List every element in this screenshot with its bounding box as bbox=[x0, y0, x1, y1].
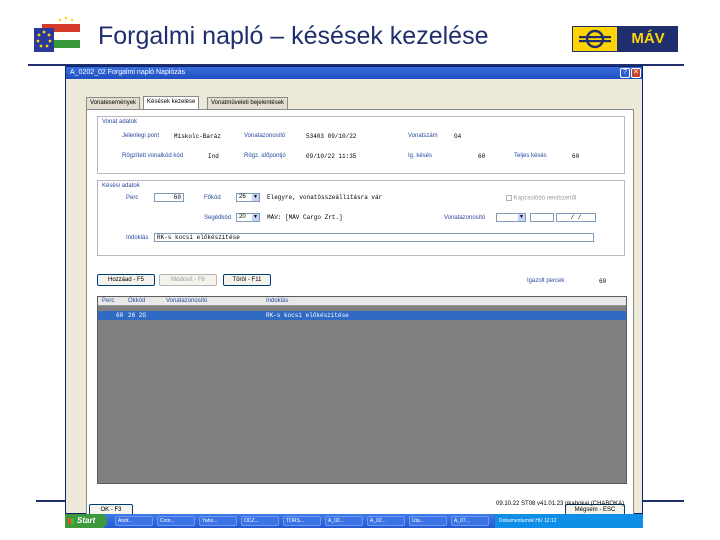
sub-code-select[interactable]: 20 ▼ bbox=[236, 213, 260, 222]
reg-time-label: Rögz. időpontjó bbox=[244, 153, 286, 159]
column-header-indoklas[interactable]: Indoklás bbox=[266, 297, 288, 306]
delete-button[interactable]: Töröl - F11 bbox=[223, 274, 271, 286]
column-header-okkod[interactable]: Okkód bbox=[128, 297, 145, 306]
start-label: Start bbox=[77, 516, 96, 525]
slide-title: Forgalmi napló – késések kezelése bbox=[98, 22, 489, 50]
tab-kesesek-kezelese[interactable]: Késések kezelése bbox=[143, 96, 200, 109]
taskbar-item[interactable]: A_07... bbox=[451, 516, 489, 526]
train-number-label: Vonatszám bbox=[408, 133, 438, 139]
delay-train-id-label: Vonatazonosító bbox=[444, 215, 486, 221]
total-delay-value: 60 bbox=[572, 153, 580, 160]
train-id-value: 53403 09/10/22 bbox=[306, 133, 357, 140]
modify-button[interactable]: Módosít - F6 bbox=[159, 274, 217, 286]
delay-train-id-input[interactable] bbox=[530, 213, 554, 222]
sub-code-value: 20 bbox=[239, 214, 246, 220]
main-code-description: Elegyre, vonatösszeállításra vár bbox=[264, 193, 418, 202]
start-point-label: Jelenlegi pont bbox=[122, 133, 160, 139]
main-code-value: 26 bbox=[239, 194, 246, 200]
cell-indoklas: RK-s kocsi előkészítése bbox=[266, 312, 349, 319]
slide: Forgalmi napló – késések kezelése MÁV A_… bbox=[0, 0, 720, 540]
cell-perc: 60 bbox=[116, 312, 124, 319]
accepted-minutes-label: Igazolt percek bbox=[527, 278, 565, 284]
taskbar-item[interactable]: Com... bbox=[157, 516, 195, 526]
start-point-value: Miskolc-Baráz bbox=[174, 133, 221, 140]
checkbox-icon bbox=[506, 195, 512, 201]
window-title: A_0202_02 Forgalmi napló Naplózás bbox=[70, 69, 186, 76]
train-data-title: Vonat adatok bbox=[102, 119, 138, 125]
total-delay-label: Teljes késés bbox=[514, 153, 547, 159]
sub-code-description: MÁV: [MÁV Cargo Zrt.] bbox=[264, 213, 418, 222]
tab-vonatesemenyek[interactable]: Vonatesemények bbox=[86, 97, 141, 109]
app-window: A_0202_02 Forgalmi napló Naplózás ? ✕ Vo… bbox=[65, 66, 643, 523]
main-code-label: Főkód bbox=[204, 195, 221, 201]
start-button[interactable]: Start bbox=[65, 514, 107, 528]
grid-header: Perc Okkód Vonatazonosító Indoklás bbox=[98, 297, 626, 306]
taskbar-item[interactable]: Andr... bbox=[115, 516, 153, 526]
chevron-down-icon: ▼ bbox=[518, 214, 525, 221]
main-code-select[interactable]: 26 ▼ bbox=[236, 193, 260, 202]
train-number-value: G4 bbox=[454, 133, 462, 140]
delay-data-title: Késési adatok bbox=[102, 183, 140, 189]
windows-logo-icon bbox=[68, 518, 74, 524]
reg-code-label: Rögzített vonalkód kód bbox=[122, 153, 184, 159]
cell-okkod: 26 2G bbox=[128, 312, 147, 319]
taskbar-item[interactable]: Uta... bbox=[409, 516, 447, 526]
related-system-label: Kapcsolódó rendszertől bbox=[513, 195, 577, 202]
column-header-vonatazonosito[interactable]: Vonatazonosító bbox=[166, 297, 207, 306]
taskbar: Start Andr... Com... Yaho... OCZ... TORS… bbox=[65, 514, 643, 528]
tab-panel: Vonat adatok Jelenlegi pont Miskolc-Bará… bbox=[86, 109, 634, 523]
actual-delay-label: Ig. késés bbox=[408, 153, 433, 159]
tab-vonatmuveleti-bejelentesek[interactable]: Vonatmûveleti bejelentések bbox=[207, 97, 289, 109]
taskbar-item[interactable]: Yaho... bbox=[199, 516, 237, 526]
train-id-label: Vonatazonosító bbox=[244, 133, 286, 139]
taskbar-item[interactable]: TORS... bbox=[283, 516, 321, 526]
close-button[interactable]: ✕ bbox=[631, 68, 641, 78]
minutes-input[interactable]: 60 bbox=[154, 193, 184, 202]
chevron-down-icon: ▼ bbox=[252, 194, 259, 201]
chevron-down-icon: ▼ bbox=[252, 214, 259, 221]
reg-time-value: 09/10/22 11:35 bbox=[306, 153, 357, 160]
minutes-label: Perc bbox=[126, 195, 139, 201]
add-button[interactable]: Hozzáad - F5 bbox=[97, 274, 155, 286]
accepted-minutes-value: 60 bbox=[599, 278, 607, 285]
reg-code-value: Ind bbox=[208, 153, 219, 160]
related-system-checkbox[interactable]: Kapcsolódó rendszertől bbox=[506, 195, 576, 202]
mav-logo-text: MÁV bbox=[631, 30, 665, 47]
delay-train-id-select[interactable]: ▼ bbox=[496, 213, 526, 222]
help-button[interactable]: ? bbox=[620, 68, 630, 78]
taskbar-item[interactable]: A_02... bbox=[325, 516, 363, 526]
eu-hungary-logo bbox=[34, 16, 80, 52]
status-bar: 09.10.22 ST08 v41.01.23 pkabokai (CHABOK… bbox=[496, 501, 625, 507]
taskbar-item[interactable]: A_02... bbox=[367, 516, 405, 526]
date-input[interactable]: / / bbox=[556, 213, 596, 222]
mav-logo: MÁV bbox=[572, 26, 678, 52]
delay-data-group: Késési adatok Perc 60 Főkód 26 ▼ Elegyre… bbox=[97, 180, 625, 256]
reason-label: Indoklás bbox=[126, 235, 149, 241]
column-header-perc[interactable]: Perc bbox=[102, 297, 114, 306]
train-data-group: Vonat adatok Jelenlegi pont Miskolc-Bará… bbox=[97, 116, 625, 174]
system-tray: Dokumentumok HU 12:12 bbox=[495, 514, 643, 528]
actual-delay-value: 60 bbox=[478, 153, 486, 160]
delay-grid[interactable]: Perc Okkód Vonatazonosító Indoklás 60 26… bbox=[97, 296, 627, 484]
reason-input[interactable]: RK-s kocsi előkészítése bbox=[154, 233, 594, 242]
mav-emblem-icon bbox=[573, 27, 617, 51]
taskbar-item[interactable]: OCZ... bbox=[241, 516, 279, 526]
window-titlebar[interactable]: A_0202_02 Forgalmi napló Naplózás ? ✕ bbox=[66, 67, 642, 79]
table-row[interactable]: 60 26 2G RK-s kocsi előkészítése bbox=[98, 311, 626, 320]
sub-code-label: Segédkód bbox=[204, 215, 232, 221]
